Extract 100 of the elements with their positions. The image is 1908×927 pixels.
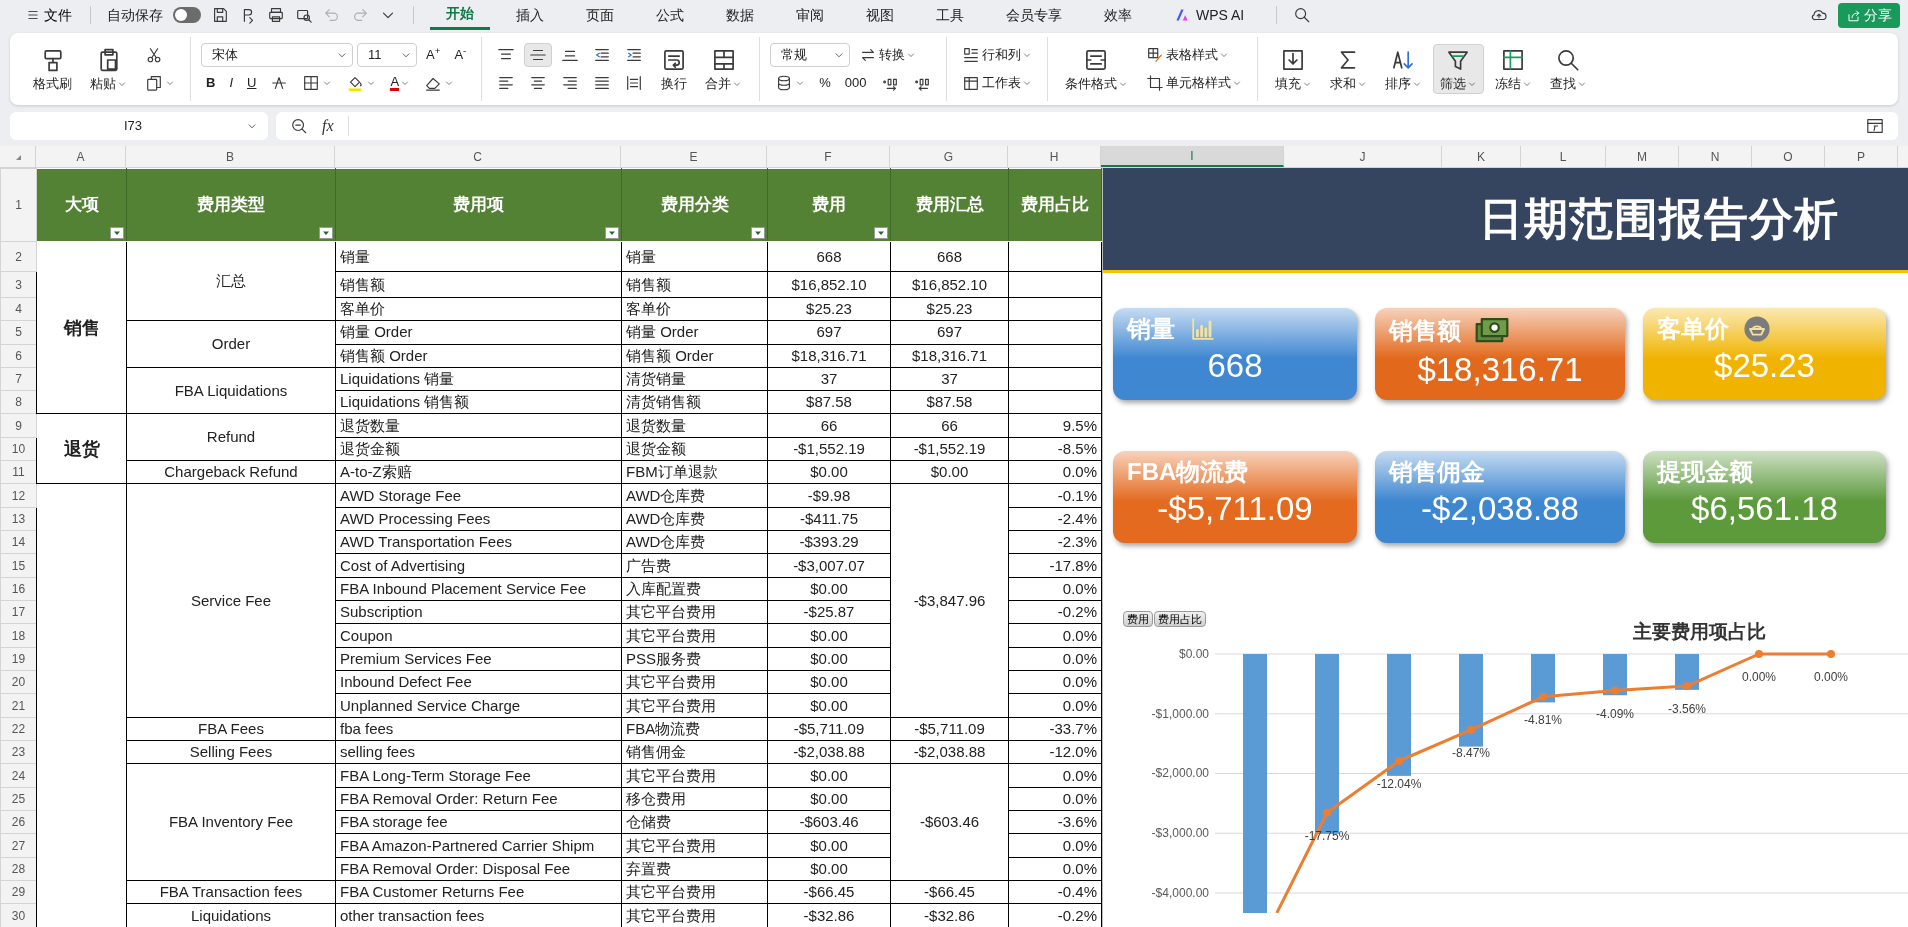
kpi-label: 客单价 (1657, 314, 1729, 344)
table-cell: 客单价 (335, 297, 622, 321)
table-cell: AWD仓库费 (621, 530, 768, 554)
autosave-label: 自动保存 (107, 5, 163, 25)
kpi-value: -$5,711.09 (1156, 489, 1314, 529)
kpi-value: $6,561.18 (1690, 489, 1839, 529)
table-cell: 仓储费 (621, 810, 768, 834)
table-cell: selling fees (335, 740, 622, 764)
table-cell: FBA物流费 (621, 717, 768, 741)
table-cell: 移仓费用 (621, 787, 768, 811)
table-cell: FBA Fees (126, 717, 336, 741)
axis-label: -$2,000.00 (1151, 766, 1209, 781)
kpi-label: 提现金额 (1657, 457, 1753, 487)
axis-label: -$4,000.00 (1151, 886, 1209, 900)
table-cell: -0.1% (1008, 483, 1102, 508)
table-cell: -8.5% (1008, 437, 1102, 461)
chart-title: 主要费用项占比 (1632, 621, 1766, 642)
table-cell: 清货销量 (621, 367, 768, 391)
data-label: 0.00% (1814, 670, 1848, 684)
table-cell: FBA Customer Returns Fee (335, 880, 622, 904)
table-cell: 66 (890, 414, 1009, 438)
column-title: 费用占比 (1021, 195, 1089, 214)
table-cell: 9.5% (1008, 414, 1102, 438)
column-title: 费用项 (453, 195, 504, 214)
table-cell: Chargeback Refund (126, 460, 336, 484)
table-cell: 退货数量 (335, 414, 622, 438)
table-cell: 0.0% (1008, 577, 1102, 601)
table-cell: 37 (890, 367, 1009, 391)
table-cell: 其它平台费用 (621, 880, 768, 904)
table-cell: $87.58 (767, 390, 891, 414)
table-cell: 销售额 Order (621, 344, 768, 368)
column-title: 费用分类 (660, 195, 729, 214)
table-cell: -2.4% (1008, 507, 1102, 531)
column-title: 费用 (812, 195, 846, 214)
data-label: -3.56% (1668, 702, 1706, 717)
table-cell: 其它平台费用 (621, 763, 768, 788)
table-cell: $25.23 (890, 297, 1009, 321)
table-cell: 其它平台费用 (621, 693, 768, 718)
table-cell: -$66.45 (767, 880, 891, 904)
table-cell: PSS服务费 (621, 647, 768, 671)
table-cell: Selling Fees (126, 740, 336, 764)
table-cell: -$3,847.96 (890, 483, 1009, 718)
table-cell: 668 (767, 241, 891, 272)
data-label: 0.00% (1742, 670, 1776, 684)
table-cell: 销售额 (621, 272, 768, 298)
table-cell: fba fees (335, 717, 622, 741)
table-cell: $25.23 (767, 297, 891, 321)
table-cell: -$603.46 (890, 763, 1009, 881)
kpi-label: 销量 (1127, 314, 1175, 344)
table-cell: 退货金额 (335, 437, 622, 461)
table-cell: 销售佣金 (621, 740, 768, 764)
axis-label: -$1,000.00 (1151, 706, 1209, 721)
table-cell: $16,852.10 (767, 272, 891, 298)
table-cell: AWD Storage Fee (335, 483, 622, 508)
table-cell: Unplanned Service Charge (335, 693, 622, 718)
table-cell: 0.0% (1008, 857, 1102, 881)
table-cell: -17.8% (1008, 553, 1102, 578)
table-cell: 0.0% (1008, 787, 1102, 811)
table-cell: Subscription (335, 600, 622, 624)
table-cell: Service Fee (126, 483, 336, 718)
table-cell: -$5,711.09 (890, 717, 1009, 741)
table-cell: 其它平台费用 (621, 623, 768, 648)
column-title: 费用类型 (197, 195, 265, 214)
table-cell: Liquidations 销售额 (335, 390, 622, 414)
table-cell: FBA Amazon-Partnered Carrier Shipm (335, 833, 622, 858)
table-cell: 弃置费 (621, 857, 768, 881)
table-cell: -$2,038.88 (890, 740, 1009, 764)
table-cell: Liquidations 销量 (335, 367, 622, 391)
table-cell: -33.7% (1008, 717, 1102, 741)
table-cell: AWD仓库费 (621, 507, 768, 531)
table-cell: $0.00 (767, 460, 891, 484)
table-cell: 其它平台费用 (621, 600, 768, 624)
table-cell: -$2,038.88 (767, 740, 891, 764)
kpi-label: FBA物流费 (1127, 457, 1249, 487)
axis-label: -$3,000.00 (1151, 826, 1209, 841)
table-cell: FBA Inbound Placement Service Fee (335, 577, 622, 601)
table-cell: 销量 Order (335, 320, 622, 344)
table-cell: -$66.45 (890, 880, 1009, 904)
table-cell: FBA Removal Order: Return Fee (335, 787, 622, 811)
data-label: -8.47% (1452, 745, 1490, 760)
table-cell: 0.0% (1008, 693, 1102, 718)
table-cell: 清货销售额 (621, 390, 768, 414)
table-cell: FBM订单退款 (621, 460, 768, 484)
kpi-label: 销售额 (1389, 316, 1461, 346)
column-title: 大项 (64, 195, 99, 214)
table-cell: 退货数量 (621, 414, 768, 438)
table-cell: 0.0% (1008, 833, 1102, 858)
table-cell: Order (126, 320, 336, 368)
table-cell: 37 (767, 367, 891, 391)
kpi-label: 销售佣金 (1389, 457, 1485, 487)
table-cell: 销量 (335, 241, 622, 272)
table-cell: Cost of Advertising (335, 553, 622, 578)
table-cell: Inbound Defect Fee (335, 670, 622, 694)
table-cell: -$1,552.19 (767, 437, 891, 461)
dashboard-title: 日期范围报告分析 (1479, 193, 1839, 245)
table-cell: 0.0% (1008, 623, 1102, 648)
table-cell: -$9.98 (767, 483, 891, 508)
table-cell: 其它平台费用 (621, 670, 768, 694)
table-cell: 退货金额 (621, 437, 768, 461)
table-cell: AWD仓库费 (621, 483, 768, 508)
